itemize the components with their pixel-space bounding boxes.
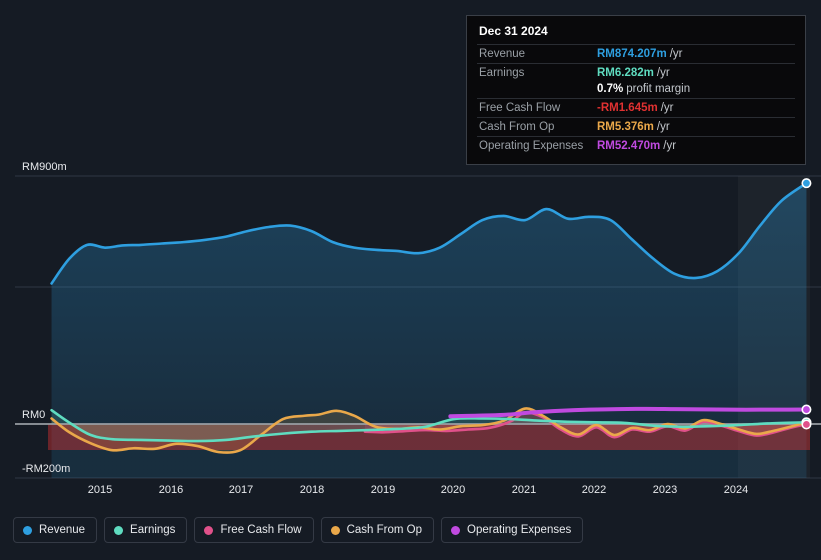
x-axis-tick-label: 2015 <box>87 484 113 496</box>
legend-item-free-cash-flow[interactable]: Free Cash Flow <box>194 517 314 543</box>
endpoint-marker-free-cash-flow <box>801 419 812 430</box>
tooltip-row: Revenue RM874.207m/yr <box>477 44 795 63</box>
legend-item-label: Earnings <box>130 524 176 536</box>
tooltip-row-key: Revenue <box>479 48 526 60</box>
tooltip-row-key: Earnings <box>479 67 525 79</box>
legend-color-dot-icon <box>114 525 124 535</box>
x-axis-tick-label: 2016 <box>158 484 184 496</box>
tooltip-row-value: -RM1.645m <box>597 102 658 114</box>
data-tooltip: Dec 31 2024 Revenue RM874.207m/yr Earnings… <box>466 15 806 165</box>
tooltip-date: Dec 31 2024 <box>479 24 548 38</box>
x-axis-tick-label: 2019 <box>370 484 396 496</box>
y-axis-tick-label: RM0 <box>22 409 46 421</box>
legend-item-label: Cash From Op <box>346 524 423 536</box>
legend-item-label: Revenue <box>39 524 86 536</box>
tooltip-row-unit: profit margin <box>626 83 691 95</box>
x-axis-tick-label: 2024 <box>723 484 749 496</box>
tooltip-row-value: RM874.207m <box>597 48 667 60</box>
chart-legend: Revenue Earnings Free Cash Flow Cash From O… <box>13 517 584 543</box>
legend-item-label: Free Cash Flow <box>220 524 302 536</box>
legend-color-dot-icon <box>204 525 214 535</box>
x-axis-tick-label: 2022 <box>581 484 607 496</box>
legend-item-cash-from-op[interactable]: Cash From Op <box>320 517 435 543</box>
x-axis-tick-label: 2023 <box>652 484 678 496</box>
x-axis-tick-label: 2021 <box>511 484 537 496</box>
tooltip-row-unit: /yr <box>669 48 683 60</box>
financial-performance-chart: RM900m RM0 -RM200m 2015 2016 2017 2018 2019 202… <box>0 0 821 560</box>
tooltip-row-value: 0.7% <box>597 83 624 95</box>
legend-color-dot-icon <box>451 525 461 535</box>
tooltip-row: 0.7% profit margin <box>477 82 795 98</box>
legend-item-revenue[interactable]: Revenue <box>13 517 98 543</box>
x-axis-tick-label: 2020 <box>440 484 466 496</box>
tooltip-row-key: Free Cash Flow <box>479 102 561 114</box>
tooltip-row: Earnings RM6.282m/yr <box>477 63 795 82</box>
endpoint-marker-operating-expenses <box>801 404 812 415</box>
tooltip-row-unit: /yr <box>656 121 670 133</box>
tooltip-row: Operating Expenses RM52.470m/yr <box>477 136 795 155</box>
tooltip-row-unit: /yr <box>663 140 677 152</box>
x-axis-tick-label: 2017 <box>228 484 254 496</box>
legend-item-earnings[interactable]: Earnings <box>104 517 188 543</box>
tooltip-rows: Revenue RM874.207m/yr Earnings RM6.282m/yr 0… <box>477 44 795 155</box>
y-axis-tick-label: RM900m <box>22 161 67 173</box>
legend-color-dot-icon <box>23 525 32 535</box>
tooltip-row-key: Operating Expenses <box>479 140 584 152</box>
tooltip-row-value: RM52.470m <box>597 140 661 152</box>
x-axis-tick-label: 2018 <box>299 484 325 496</box>
y-axis-tick-label: -RM200m <box>22 463 71 475</box>
tooltip-row: Cash From Op RM5.376m/yr <box>477 117 795 136</box>
tooltip-row-value: RM6.282m <box>597 67 654 79</box>
legend-color-dot-icon <box>330 525 340 535</box>
tooltip-row-key: Cash From Op <box>479 121 555 133</box>
tooltip-row-unit: /yr <box>660 102 674 114</box>
tooltip-row-value: RM5.376m <box>597 121 654 133</box>
endpoint-marker-revenue <box>801 178 812 189</box>
tooltip-row: Free Cash Flow -RM1.645m/yr <box>477 98 795 117</box>
tooltip-row-unit: /yr <box>656 67 670 79</box>
legend-item-operating-expenses[interactable]: Operating Expenses <box>441 517 584 543</box>
legend-item-label: Operating Expenses <box>467 524 572 536</box>
